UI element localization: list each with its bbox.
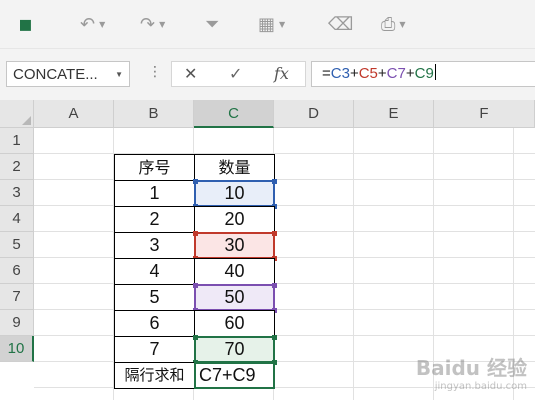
row-header-2[interactable]: 2: [0, 154, 34, 180]
range-handle[interactable]: [193, 231, 198, 236]
range-handle[interactable]: [193, 283, 198, 288]
eraser-icon: ⌫: [328, 13, 354, 35]
chevron-down-icon[interactable]: ▼: [159, 20, 165, 29]
table-header-qty: 数量: [194, 154, 275, 181]
formula-token: +: [405, 65, 415, 82]
column-header-a[interactable]: A: [34, 100, 114, 128]
form-button[interactable]: ▦ ▼: [258, 10, 285, 38]
table-row-seq[interactable]: 6: [114, 310, 195, 337]
name-box[interactable]: CONCATE... ▼: [6, 61, 130, 87]
print-icon: ⎙: [381, 13, 396, 35]
table-row-seq[interactable]: 3: [114, 232, 195, 259]
range-handle[interactable]: [272, 179, 277, 184]
range-handle[interactable]: [193, 335, 198, 340]
formula-token: C9: [414, 65, 434, 82]
table-row-qty[interactable]: 60: [194, 310, 275, 337]
column-header-f[interactable]: F: [434, 100, 535, 128]
filter-icon: ⏷: [205, 13, 220, 35]
watermark-url: jingyan.baidu.com: [434, 381, 527, 392]
range-handle[interactable]: [272, 335, 277, 340]
range-handle[interactable]: [272, 283, 277, 288]
row-header-7[interactable]: 7: [0, 284, 34, 310]
row-header-9[interactable]: 9: [0, 310, 34, 336]
column-header-d[interactable]: D: [274, 100, 354, 128]
print-button[interactable]: ⎙ ▼: [381, 10, 406, 38]
column-header-b[interactable]: B: [114, 100, 194, 128]
chevron-down-icon[interactable]: ▼: [99, 20, 105, 29]
table-row-qty[interactable]: 70: [193, 335, 277, 365]
quick-access-toolbar: ▪ ↶ ▼ ↷ ▼ ⏷ ▦ ▼ ⌫ ⎙ ▼: [0, 0, 535, 48]
formula-token: +: [349, 65, 359, 82]
save-button[interactable]: ▪: [18, 10, 33, 38]
row-header-3[interactable]: 3: [0, 180, 34, 206]
undo-icon: ↶: [80, 13, 96, 35]
chevron-down-icon[interactable]: ▼: [115, 70, 123, 79]
formula-token: C3: [330, 65, 350, 82]
watermark: Baidu 经验 jingyan.baidu.com: [416, 352, 527, 392]
filter-button[interactable]: ⏷: [205, 10, 219, 38]
table-row-seq[interactable]: 7: [114, 336, 195, 363]
active-cell-editor[interactable]: C7+C9: [194, 362, 275, 389]
formula-token: C5: [358, 65, 378, 82]
select-all-button[interactable]: [0, 100, 34, 128]
table-header-seq: 序号: [114, 154, 195, 181]
table-row-seq[interactable]: 5: [114, 284, 195, 311]
row-header-4[interactable]: 4: [0, 206, 34, 232]
table-row-qty[interactable]: 20: [194, 206, 275, 233]
clear-button[interactable]: ⌫: [328, 10, 353, 38]
redo-button[interactable]: ↷ ▼: [140, 10, 165, 38]
formula-input[interactable]: =C3+C5+C7+C9: [311, 61, 535, 87]
row-header-10[interactable]: 10: [0, 336, 34, 362]
chevron-down-icon[interactable]: ▼: [399, 20, 405, 29]
formula-token: C7: [386, 65, 406, 82]
insert-function-button[interactable]: fx: [274, 64, 289, 83]
formula-text: =C3+C5+C7+C9: [322, 65, 434, 82]
column-header-e[interactable]: E: [354, 100, 434, 128]
chevron-down-icon[interactable]: ▼: [279, 20, 285, 29]
table-row-qty[interactable]: 50: [193, 283, 277, 313]
row-header-5[interactable]: 5: [0, 232, 34, 258]
undo-button[interactable]: ↶ ▼: [80, 10, 105, 38]
range-handle[interactable]: [272, 231, 277, 236]
redo-icon: ↷: [140, 13, 156, 35]
row-header-1[interactable]: 1: [0, 128, 34, 154]
column-header-c[interactable]: C: [194, 100, 274, 128]
table-row-seq[interactable]: 1: [114, 180, 195, 207]
total-label: 隔行求和: [114, 362, 195, 389]
table-row-qty[interactable]: 40: [194, 258, 275, 285]
range-handle[interactable]: [193, 179, 198, 184]
formula-bar: CONCATE... ▼ ⋮ ✕ ✓ fx =C3+C5+C7+C9: [0, 48, 535, 101]
row-header-6[interactable]: 6: [0, 258, 34, 284]
table-row-qty[interactable]: 10: [193, 179, 277, 209]
text-cursor: [434, 64, 436, 80]
table-row-qty[interactable]: 30: [193, 231, 277, 261]
name-box-value: CONCATE...: [13, 65, 98, 83]
cancel-button[interactable]: ✕: [184, 64, 197, 83]
form-icon: ▦: [258, 13, 276, 35]
table-row-seq[interactable]: 2: [114, 206, 195, 233]
watermark-logo: Baidu 经验: [415, 356, 527, 380]
formula-actions: ✕ ✓ fx: [171, 61, 306, 87]
formula-token: =: [322, 65, 331, 82]
save-icon: ▪: [18, 11, 33, 37]
drag-handle-icon[interactable]: ⋮: [148, 64, 162, 80]
formula-token: +: [377, 65, 387, 82]
enter-button[interactable]: ✓: [229, 64, 242, 83]
table-row-seq[interactable]: 4: [114, 258, 195, 285]
